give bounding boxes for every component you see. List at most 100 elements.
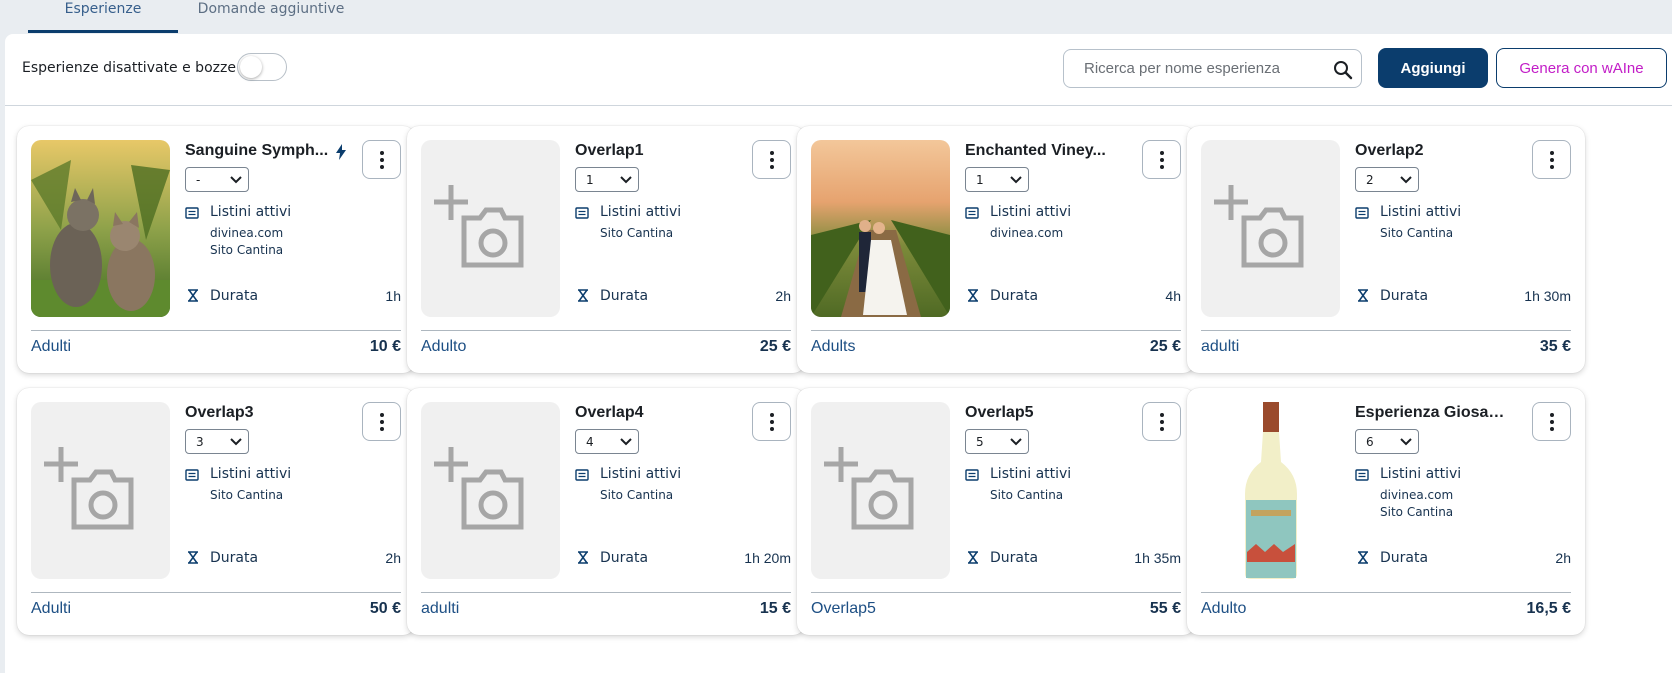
more-vertical-icon bbox=[380, 151, 384, 169]
add-photo-placeholder[interactable] bbox=[421, 140, 560, 317]
card-divider bbox=[1201, 592, 1571, 593]
experience-card[interactable]: Overlap1 1 Listini attivi Sito Cantina D… bbox=[407, 126, 805, 373]
active-pricelists-label: Listini attivi bbox=[210, 466, 292, 482]
list-icon bbox=[575, 207, 589, 219]
tab-esperienze[interactable]: Esperienze bbox=[28, 0, 178, 33]
order-select[interactable]: - bbox=[185, 167, 249, 192]
experience-card[interactable]: Esperienza Giosa ... 6 Listini attivi di… bbox=[1187, 388, 1585, 635]
duration-label: Durata bbox=[210, 550, 259, 566]
active-pricelists-label: Listini attivi bbox=[600, 466, 682, 482]
card-divider bbox=[811, 592, 1181, 593]
order-select[interactable]: 6 bbox=[1355, 429, 1419, 454]
price-category-label: Adulti bbox=[31, 338, 72, 355]
price-category-label: adulti bbox=[421, 600, 460, 617]
chevron-down-icon bbox=[1010, 438, 1022, 446]
card-title[interactable]: Overlap3 bbox=[185, 404, 335, 422]
order-select[interactable]: 1 bbox=[575, 167, 639, 192]
card-divider bbox=[31, 330, 401, 331]
card-title[interactable]: Overlap1 bbox=[575, 142, 725, 160]
price-category-label: Adulto bbox=[421, 338, 467, 355]
add-photo-placeholder[interactable] bbox=[31, 402, 170, 579]
card-title[interactable]: Esperienza Giosa ... bbox=[1355, 404, 1505, 422]
wine-bottle-image bbox=[1201, 402, 1340, 579]
duration-value: 2h bbox=[385, 550, 401, 566]
price-value: 25 € bbox=[1149, 338, 1181, 355]
add-photo-placeholder[interactable] bbox=[1201, 140, 1340, 317]
card-title[interactable]: Sanguine Symph... bbox=[185, 142, 335, 160]
list-icon bbox=[965, 207, 979, 219]
card-menu-button[interactable] bbox=[1142, 402, 1181, 441]
tab-domande-aggiuntive[interactable]: Domande aggiuntive bbox=[196, 0, 346, 33]
chevron-down-icon bbox=[230, 438, 242, 446]
card-menu-button[interactable] bbox=[752, 402, 791, 441]
price-category-label: Adulti bbox=[31, 600, 72, 617]
add-button[interactable]: Aggiungi bbox=[1378, 48, 1488, 88]
card-menu-button[interactable] bbox=[1142, 140, 1181, 179]
list-icon bbox=[1355, 207, 1369, 219]
experience-card[interactable]: Overlap3 3 Listini attivi Sito Cantina D… bbox=[17, 388, 415, 635]
list-icon bbox=[965, 469, 979, 481]
order-select[interactable]: 5 bbox=[965, 429, 1029, 454]
inactive-drafts-toggle[interactable] bbox=[237, 53, 287, 81]
card-menu-button[interactable] bbox=[752, 140, 791, 179]
price-category-label: Adults bbox=[811, 338, 856, 355]
add-photo-placeholder[interactable] bbox=[811, 402, 950, 579]
experience-card[interactable]: Enchanted Viney... 1 Listini attivi divi… bbox=[797, 126, 1195, 373]
card-menu-button[interactable] bbox=[1532, 402, 1571, 441]
order-select[interactable]: 1 bbox=[965, 167, 1029, 192]
price-value: 15 € bbox=[759, 600, 791, 617]
price-value: 16,5 € bbox=[1526, 600, 1571, 617]
chevron-down-icon bbox=[1400, 438, 1412, 446]
order-select[interactable]: 3 bbox=[185, 429, 249, 454]
hourglass-icon bbox=[188, 289, 198, 302]
card-menu-button[interactable] bbox=[1532, 140, 1571, 179]
card-title[interactable]: Overlap4 bbox=[575, 404, 725, 422]
hourglass-icon bbox=[578, 289, 588, 302]
chevron-down-icon bbox=[620, 176, 632, 184]
price-category-label: Adulto bbox=[1201, 600, 1247, 617]
card-title[interactable]: Enchanted Viney... bbox=[965, 142, 1115, 160]
add-photo-icon bbox=[824, 447, 914, 530]
more-vertical-icon bbox=[770, 413, 774, 431]
card-menu-button[interactable] bbox=[362, 140, 401, 179]
order-select-value: 5 bbox=[976, 435, 984, 449]
order-select[interactable]: 4 bbox=[575, 429, 639, 454]
card-menu-button[interactable] bbox=[362, 402, 401, 441]
order-select-value: 4 bbox=[586, 435, 594, 449]
card-title[interactable]: Overlap5 bbox=[965, 404, 1115, 422]
generate-with-waine-button[interactable]: Genera con wAIne bbox=[1496, 48, 1667, 88]
experience-card[interactable]: Overlap5 5 Listini attivi Sito Cantina D… bbox=[797, 388, 1195, 635]
channel-label: divinea.com bbox=[210, 226, 284, 240]
card-title[interactable]: Overlap2 bbox=[1355, 142, 1505, 160]
duration-value: 1h 30m bbox=[1524, 288, 1571, 304]
channel-label: Sito Cantina bbox=[210, 488, 284, 502]
order-select-value: - bbox=[196, 173, 201, 187]
experience-card[interactable]: Overlap4 4 Listini attivi Sito Cantina D… bbox=[407, 388, 805, 635]
hourglass-icon bbox=[1358, 551, 1368, 564]
list-icon bbox=[185, 207, 199, 219]
duration-label: Durata bbox=[210, 288, 259, 304]
bolt-icon bbox=[336, 144, 346, 160]
channel-label: Sito Cantina bbox=[210, 243, 284, 257]
active-pricelists-label: Listini attivi bbox=[210, 204, 292, 220]
card-divider bbox=[421, 592, 791, 593]
duration-label: Durata bbox=[600, 550, 649, 566]
duration-value: 4h bbox=[1165, 288, 1181, 304]
channel-label: Sito Cantina bbox=[1380, 226, 1454, 240]
duration-value: 2h bbox=[775, 288, 791, 304]
price-value: 50 € bbox=[369, 600, 401, 617]
order-select[interactable]: 2 bbox=[1355, 167, 1419, 192]
search-input[interactable] bbox=[1065, 51, 1315, 86]
add-photo-placeholder[interactable] bbox=[421, 402, 560, 579]
channel-label: Sito Cantina bbox=[990, 488, 1064, 502]
experience-card[interactable]: Overlap2 2 Listini attivi Sito Cantina D… bbox=[1187, 126, 1585, 373]
order-select-value: 2 bbox=[1366, 173, 1374, 187]
price-value: 35 € bbox=[1539, 338, 1571, 355]
more-vertical-icon bbox=[770, 151, 774, 169]
duration-value: 1h 35m bbox=[1134, 550, 1181, 566]
experience-card[interactable]: Sanguine Symph... - Listini attivi divin… bbox=[17, 126, 415, 373]
search-icon[interactable] bbox=[1333, 60, 1353, 80]
more-vertical-icon bbox=[1160, 151, 1164, 169]
active-pricelists-label: Listini attivi bbox=[990, 466, 1072, 482]
channel-label: Sito Cantina bbox=[600, 488, 674, 502]
